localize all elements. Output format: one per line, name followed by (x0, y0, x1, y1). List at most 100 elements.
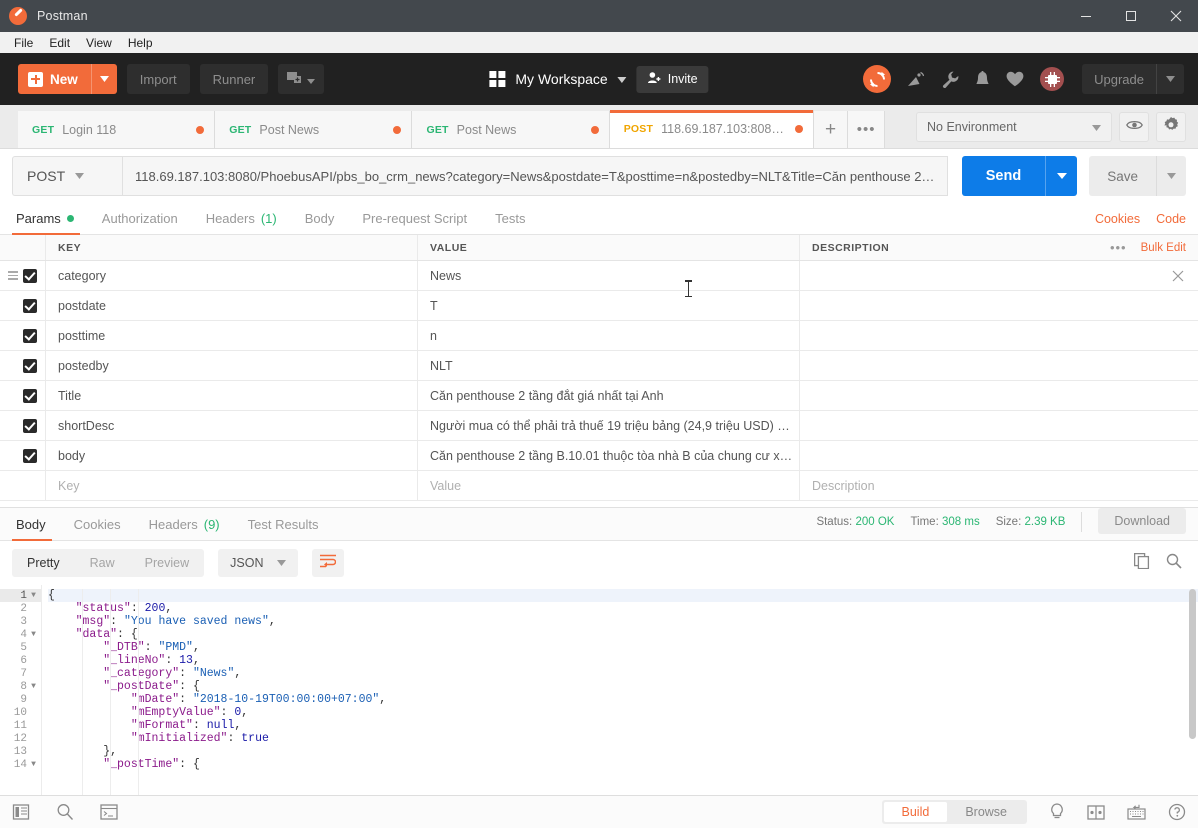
send-button[interactable]: Send (961, 156, 1046, 196)
params-new-row[interactable]: Key Value Description (0, 471, 1198, 501)
minimize-button[interactable] (1063, 0, 1108, 32)
row-2-description-input[interactable] (800, 321, 1198, 350)
table-row[interactable]: postdate T (0, 291, 1198, 321)
invite-button[interactable]: Invite (636, 65, 709, 93)
row-4-value-input[interactable]: Căn penthouse 2 tầng đắt giá nhất tại An… (418, 381, 800, 410)
http-method-select[interactable]: POST (12, 156, 122, 196)
row-2-key-input[interactable]: posttime (46, 321, 418, 350)
new-row-value-input[interactable]: Value (418, 471, 800, 500)
view-mode-preview[interactable]: Preview (130, 549, 204, 577)
tab-tests[interactable]: Tests (481, 211, 539, 234)
view-mode-raw[interactable]: Raw (75, 549, 130, 577)
close-button[interactable] (1153, 0, 1198, 32)
row-4-checkbox[interactable] (23, 388, 37, 403)
row-4-key-input[interactable]: Title (46, 381, 418, 410)
sync-icon[interactable] (863, 65, 892, 93)
tab-params[interactable]: Params (12, 211, 88, 235)
row-5-checkbox[interactable] (23, 418, 37, 433)
new-row-description-input[interactable]: Description (800, 471, 1198, 500)
response-scrollbar[interactable] (1189, 589, 1196, 739)
table-row[interactable]: posttime n (0, 321, 1198, 351)
menu-item-view[interactable]: View (78, 34, 120, 52)
browse-tab[interactable]: Browse (947, 802, 1025, 822)
row-5-key-input[interactable]: shortDesc (46, 411, 418, 440)
row-2-checkbox[interactable] (23, 328, 37, 343)
request-tab-2[interactable]: GET Post News (412, 111, 610, 148)
tab-response-headers[interactable]: Headers (9) (135, 517, 234, 540)
row-1-key-input[interactable]: postdate (46, 291, 418, 320)
environment-quick-look-button[interactable] (1119, 112, 1149, 142)
import-button[interactable]: Import (126, 64, 190, 94)
tab-pre-request-script[interactable]: Pre-request Script (348, 211, 481, 234)
row-6-value-input[interactable]: Căn penthouse 2 tầng B.10.01 thuộc tòa n… (418, 441, 800, 470)
copy-icon[interactable] (1133, 552, 1150, 574)
table-row[interactable]: shortDesc Người mua có thể phải trả thuế… (0, 411, 1198, 441)
upgrade-button[interactable]: Upgrade (1082, 64, 1184, 94)
tab-authorization[interactable]: Authorization (88, 211, 192, 234)
manage-environments-button[interactable] (1156, 112, 1186, 142)
params-more-button[interactable]: ••• (1110, 240, 1127, 255)
row-2-value-input[interactable]: n (418, 321, 800, 350)
cookies-link[interactable]: Cookies (1095, 212, 1140, 226)
workspace-caret-icon[interactable] (617, 70, 627, 88)
add-tab-button[interactable]: + (813, 111, 849, 148)
heart-icon[interactable] (1006, 71, 1024, 87)
row-0-remove-button[interactable] (1172, 270, 1184, 282)
bulb-icon[interactable] (1049, 803, 1065, 821)
new-row-key-input[interactable]: Key (46, 471, 418, 500)
row-0-key-input[interactable]: category (46, 261, 418, 290)
keyboard-shortcuts-icon[interactable] (1127, 804, 1146, 820)
two-pane-layout-icon[interactable] (1087, 804, 1105, 820)
save-dropdown-button[interactable] (1156, 156, 1186, 196)
search-icon[interactable] (1166, 553, 1182, 574)
request-tab-1[interactable]: GET Post News (215, 111, 413, 148)
help-icon[interactable] (1168, 803, 1186, 821)
row-0-description-input[interactable] (800, 261, 1198, 290)
row-3-description-input[interactable] (800, 351, 1198, 380)
row-1-value-input[interactable]: T (418, 291, 800, 320)
new-button[interactable]: New (18, 64, 117, 94)
row-4-description-input[interactable] (800, 381, 1198, 410)
runner-button[interactable]: Runner (199, 64, 269, 94)
row-5-description-input[interactable] (800, 411, 1198, 440)
fold-icon[interactable]: ▼ (30, 760, 37, 769)
request-tab-0[interactable]: GET Login 118 (18, 111, 216, 148)
row-3-checkbox[interactable] (23, 358, 37, 373)
menu-item-help[interactable]: Help (120, 34, 161, 52)
tabs-more-button[interactable]: ••• (848, 111, 885, 148)
build-tab[interactable]: Build (883, 802, 948, 822)
tab-body[interactable]: Body (291, 211, 349, 234)
row-5-value-input[interactable]: Người mua có thể phải trả thuế 19 triệu … (418, 411, 800, 440)
row-6-description-input[interactable] (800, 441, 1198, 470)
new-window-button[interactable] (278, 64, 325, 94)
row-1-description-input[interactable] (800, 291, 1198, 320)
download-button[interactable]: Download (1098, 508, 1186, 534)
find-icon[interactable] (56, 803, 74, 821)
console-icon[interactable] (100, 804, 118, 820)
json-code-area[interactable]: { "status": 200, "msg": "You have saved … (42, 585, 1198, 795)
row-3-value-input[interactable]: NLT (418, 351, 800, 380)
workspace-label[interactable]: My Workspace (515, 71, 607, 87)
row-1-checkbox[interactable] (23, 298, 37, 313)
request-tab-3[interactable]: POST 118.69.187.103:8080/Phoeb (609, 110, 814, 148)
word-wrap-button[interactable] (312, 549, 345, 577)
upgrade-caret-icon[interactable] (1156, 64, 1184, 94)
new-button-main[interactable]: New (18, 64, 91, 94)
new-button-dropdown[interactable] (90, 64, 117, 94)
wrench-icon[interactable] (942, 71, 959, 88)
table-row[interactable]: postedby NLT (0, 351, 1198, 381)
row-6-checkbox[interactable] (23, 448, 37, 463)
fold-icon[interactable]: ▼ (30, 630, 37, 639)
row-0-value-input[interactable]: News (418, 261, 800, 290)
environment-select[interactable]: No Environment (916, 112, 1112, 142)
row-0-checkbox[interactable] (23, 268, 37, 283)
code-link[interactable]: Code (1156, 212, 1186, 226)
bell-icon[interactable] (975, 70, 990, 88)
menu-item-file[interactable]: File (6, 34, 41, 52)
maximize-button[interactable] (1108, 0, 1153, 32)
fold-icon[interactable]: ▼ (30, 682, 37, 691)
fold-icon[interactable]: ▼ (30, 591, 37, 600)
bulk-edit-link[interactable]: Bulk Edit (1141, 242, 1186, 254)
row-3-key-input[interactable]: postedby (46, 351, 418, 380)
response-format-select[interactable]: JSON (218, 549, 299, 577)
